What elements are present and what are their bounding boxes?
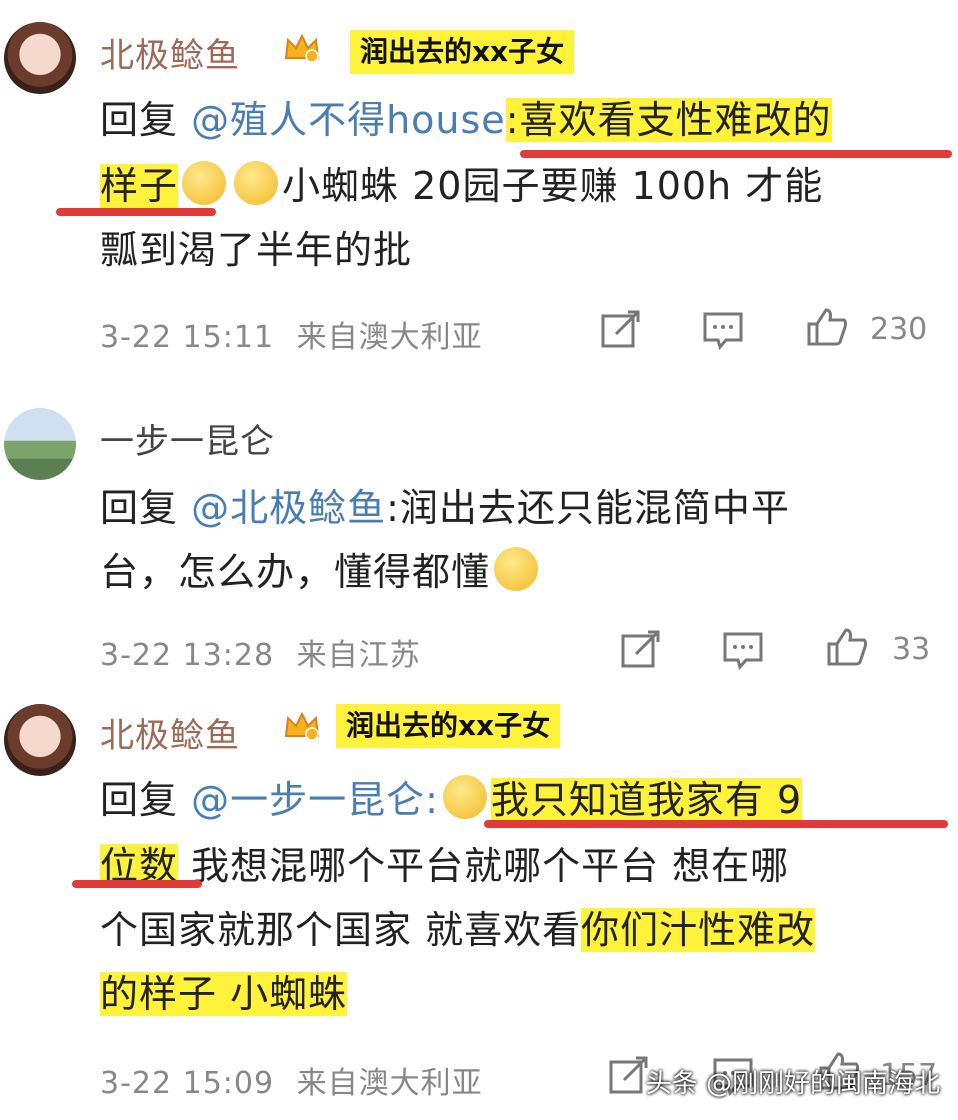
timestamp: 3-22 13:28 — [100, 638, 275, 673]
like-icon[interactable] — [806, 306, 848, 346]
reply-prefix: 回复 — [100, 778, 192, 822]
comment-meta: 3-22 15:09 来自澳大利亚 — [100, 1058, 483, 1102]
crown-badge-icon — [284, 711, 320, 741]
comment-icon[interactable] — [722, 630, 764, 670]
location: 来自澳大利亚 — [296, 320, 483, 355]
comment-text: :润出去还只能混简中平 — [386, 486, 790, 530]
comment-text: 台，怎么办，懂得都懂 — [100, 550, 491, 594]
red-underline — [484, 820, 948, 828]
highlighted-text: :喜欢看支性难改的 — [505, 98, 832, 142]
avatar[interactable] — [4, 408, 76, 480]
crown-badge-icon — [284, 33, 320, 63]
comment-text-line: 回复 @北极鲶鱼:润出去还只能混简中平 — [100, 476, 790, 540]
avatar[interactable] — [4, 704, 76, 776]
user-tag: 润出去的xx子女 — [336, 704, 561, 748]
share-icon[interactable] — [620, 630, 662, 670]
smile-emoji-icon — [234, 161, 279, 205]
like-icon[interactable] — [826, 626, 868, 666]
share-icon[interactable] — [600, 310, 642, 350]
red-underline — [56, 208, 216, 216]
like-count: 33 — [892, 632, 931, 667]
timestamp: 3-22 15:11 — [100, 320, 275, 355]
comment-text-line: 个国家就那个国家 就喜欢看你们汁性难改 — [100, 898, 816, 962]
smile-emoji-icon — [182, 161, 227, 205]
username[interactable]: 北极鲶鱼 — [100, 28, 240, 77]
reply-prefix: 回复 — [100, 486, 192, 530]
location: 来自澳大利亚 — [296, 1066, 483, 1101]
comment-text-line: 瓢到渴了半年的批 — [100, 228, 413, 272]
avatar[interactable] — [4, 22, 76, 94]
username[interactable]: 一步一昆仑 — [100, 414, 275, 463]
mention-link[interactable]: @北极鲶鱼 — [191, 486, 386, 530]
highlighted-text: 样子 — [100, 164, 179, 208]
timestamp: 3-22 15:09 — [100, 1066, 275, 1101]
username[interactable]: 北极鲶鱼 — [100, 708, 240, 757]
mention-link[interactable]: @殖人不得house — [191, 98, 506, 142]
comment-text-line: 的样子 小蜘蛛 — [100, 962, 348, 1026]
watermark: 头条 @刚刚好的闽南海北 — [645, 1069, 940, 1099]
user-tag: 润出去的xx子女 — [350, 30, 575, 74]
comment-meta: 3-22 13:28 来自江苏 — [100, 630, 421, 674]
highlighted-text: 的样子 小蜘蛛 — [100, 972, 348, 1016]
highlighted-text: 你们汁性难改 — [581, 908, 816, 952]
location: 来自江苏 — [296, 638, 421, 673]
comment-text-line: 台，怎么办，懂得都懂 — [100, 540, 542, 604]
thinking-emoji-icon — [442, 775, 487, 819]
comment-text: 我想混哪个平台就哪个平台 想在哪 — [178, 844, 790, 888]
comment-text: 小蜘蛛 20园子要赚 100h 才能 — [282, 164, 824, 208]
like-count: 230 — [870, 312, 928, 347]
comment-text-line: 位数 我想混哪个平台就哪个平台 想在哪 — [100, 834, 789, 898]
share-icon[interactable] — [608, 1056, 650, 1096]
highlighted-text: 我只知道我家有 9 — [490, 778, 803, 822]
thinking-emoji-icon — [494, 547, 539, 591]
mention-link[interactable]: @一步一昆仑: — [191, 778, 439, 822]
red-underline — [72, 880, 202, 888]
comment-icon[interactable] — [702, 310, 744, 350]
comment-text-line: 回复 @殖人不得house:喜欢看支性难改的 — [100, 88, 832, 152]
comment-text: 个国家就那个国家 就喜欢看 — [100, 908, 582, 952]
comment-meta: 3-22 15:11 来自澳大利亚 — [100, 312, 483, 356]
reply-prefix: 回复 — [100, 98, 192, 142]
